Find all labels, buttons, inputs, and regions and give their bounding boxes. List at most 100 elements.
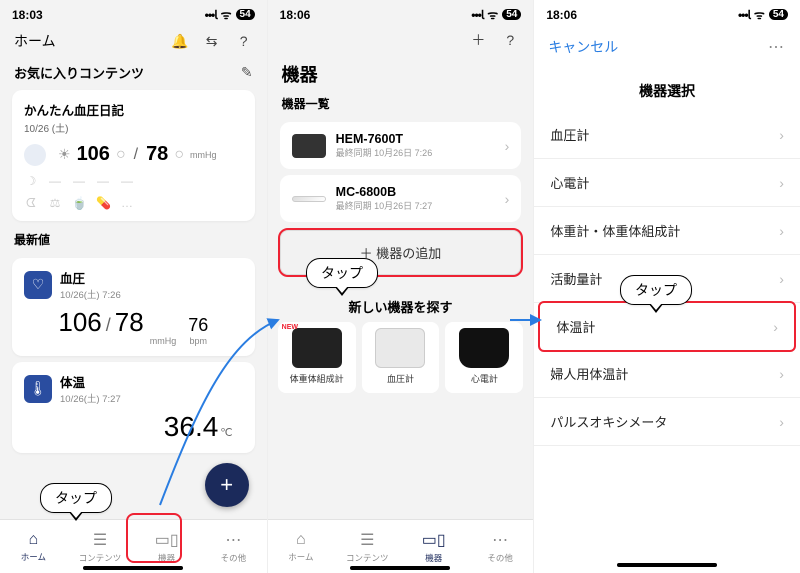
product-image-bp xyxy=(375,328,425,368)
home-indicator xyxy=(83,566,183,570)
temp-val: 36.4 xyxy=(164,411,219,443)
device-sync: 最終同期 10月26日 7:27 xyxy=(336,199,433,212)
fab-add-button[interactable]: + xyxy=(205,463,249,507)
device-list-title: 機器一覧 xyxy=(268,91,534,116)
devices-screen: 18:06 ᯤ 54 ＋ ? 機器 機器一覧 HEM-7600T 最終同期 10… xyxy=(267,0,534,573)
temp-unit: ℃ xyxy=(220,426,232,439)
select-row-pulseox[interactable]: パルスオキシメータ› xyxy=(534,398,800,446)
bp-sys: 106 xyxy=(58,307,101,338)
bp-unit: mmHg xyxy=(150,336,177,346)
help-icon[interactable]: ? xyxy=(501,31,519,49)
chevron-right-icon: › xyxy=(505,138,510,154)
devices-icon: ▭▯ xyxy=(155,530,179,550)
battery-icon: 54 xyxy=(236,9,255,20)
clock: 18:03 xyxy=(12,8,43,22)
diary-card[interactable]: かんたん血圧日記 10/26 (土) ☀ 106 ○ / 78 ○ mmHg ☽… xyxy=(12,90,255,221)
callout-tap-3: タップ xyxy=(620,275,692,305)
bp-dia: 78 xyxy=(115,307,144,338)
page-title: ホーム xyxy=(14,31,56,51)
more-icon: ⋯ xyxy=(225,530,241,550)
tab-other[interactable]: ⋯その他 xyxy=(467,520,533,573)
tab-home[interactable]: ⌂ホーム xyxy=(0,520,67,573)
explore-card-bp[interactable]: 血圧計 xyxy=(362,322,440,393)
edit-icon[interactable]: ✎ xyxy=(241,64,253,81)
device-row[interactable]: MC-6800B 最終同期 10月26日 7:27 › xyxy=(280,175,522,222)
devices-title: 機器 xyxy=(268,55,534,91)
chevron-right-icon: › xyxy=(505,191,510,207)
device-name: HEM-7600T xyxy=(336,132,433,146)
device-sync: 最終同期 10月26日 7:26 xyxy=(336,146,433,159)
home-screen: 18:03 ᯤ 54 ホーム 🔔 ⇆ ? お気に入りコンテンツ ✎ かんたん血圧… xyxy=(0,0,267,573)
diary-unit: mmHg xyxy=(190,150,217,160)
home-indicator xyxy=(350,566,450,570)
device-thumb-bp xyxy=(292,134,326,158)
diary-dia: 78 xyxy=(146,143,168,166)
device-thumb-thermo xyxy=(292,196,326,202)
home-icon: ⌂ xyxy=(296,531,306,549)
stack-icon: ☰ xyxy=(93,530,107,550)
more-icon: ⋯ xyxy=(492,530,508,550)
device-name: MC-6800B xyxy=(336,185,433,199)
select-row-ecg[interactable]: 心電計› xyxy=(534,159,800,207)
sync-icon[interactable]: ⇆ xyxy=(203,32,221,50)
tab-other[interactable]: ⋯その他 xyxy=(200,520,267,573)
diary-date: 10/26 (土) xyxy=(24,120,243,135)
home-indicator xyxy=(617,563,717,567)
wifi-icon: ᯤ xyxy=(487,6,498,23)
slash: / xyxy=(132,146,140,164)
explore-card-scale[interactable]: NEW 体重体組成計 xyxy=(278,322,356,393)
moon-icon: ☽ xyxy=(24,174,38,188)
weight-icon: ⚖ xyxy=(48,196,62,211)
tab-bar: ⌂ホーム ☰コンテンツ ▭▯機器 ⋯その他 xyxy=(0,519,267,573)
diary-sys: 106 xyxy=(77,143,110,166)
bp-card[interactable]: ♡ 血圧 10/26(土) 7:26 106 / 78 mmHg 76 bpm xyxy=(12,258,255,356)
bp-card-title: 血圧 xyxy=(60,268,121,287)
diary-mini-icons: ☽ ———— xyxy=(24,174,243,188)
status-bar: 18:06 ᯤ 54 xyxy=(268,0,534,25)
select-row-thermo[interactable]: 体温計› xyxy=(538,301,796,352)
wifi-icon: ᯤ xyxy=(221,6,232,23)
select-row-women-thermo[interactable]: 婦人用体温計› xyxy=(534,350,800,398)
avatar-placeholder xyxy=(24,144,46,166)
temp-card[interactable]: 🌡 体温 10/26(土) 7:27 36.4 ℃ xyxy=(12,362,255,453)
battery-icon: 54 xyxy=(769,9,788,20)
pulse-unit: bpm xyxy=(189,336,207,346)
bp-card-date: 10/26(土) 7:26 xyxy=(60,287,121,301)
more-icon[interactable]: ⋯ xyxy=(768,37,786,57)
callout-tap-2: タップ xyxy=(306,258,378,288)
chevron-right-icon: › xyxy=(773,319,778,335)
favorites-title: お気に入りコンテンツ xyxy=(14,63,144,82)
temp-card-date: 10/26(土) 7:27 xyxy=(60,391,121,405)
clock: 18:06 xyxy=(546,8,577,22)
wifi-icon: ᯤ xyxy=(754,6,765,23)
chevron-right-icon: › xyxy=(779,414,784,430)
chevron-right-icon: › xyxy=(779,271,784,287)
chevron-right-icon: › xyxy=(779,223,784,239)
help-icon[interactable]: ? xyxy=(235,32,253,50)
cup-icon: 🍵 xyxy=(72,196,86,211)
clock: 18:06 xyxy=(280,8,311,22)
new-badge: NEW xyxy=(282,324,298,331)
select-row-bp[interactable]: 血圧計› xyxy=(534,111,800,159)
diary-title: かんたん血圧日記 xyxy=(24,100,243,119)
plus-icon[interactable]: ＋ xyxy=(469,31,487,49)
sun-icon: ☀ xyxy=(58,146,71,163)
bell-icon[interactable]: 🔔 xyxy=(171,32,189,50)
select-row-scale[interactable]: 体重計・体重体組成計› xyxy=(534,207,800,255)
explore-card-ecg[interactable]: 心電計 xyxy=(445,322,523,393)
diary-bullet2: ○ xyxy=(174,146,184,164)
thermo-icon: 🌡 xyxy=(24,375,52,403)
product-image-ecg xyxy=(459,328,509,368)
stack-icon: ☰ xyxy=(360,530,374,550)
pill-icon: 💊 xyxy=(96,196,110,211)
chevron-right-icon: › xyxy=(779,366,784,382)
explore-title: 新しい機器を探す xyxy=(268,283,534,322)
bp-icon: ♡ xyxy=(24,271,52,299)
tab-home[interactable]: ⌂ホーム xyxy=(268,520,334,573)
diary-activity-icons: ᗧ ⚖ 🍵 💊 … xyxy=(24,196,243,211)
device-row[interactable]: HEM-7600T 最終同期 10月26日 7:26 › xyxy=(280,122,522,169)
temp-card-title: 体温 xyxy=(60,372,121,391)
pulse-val: 76 xyxy=(188,315,208,336)
cancel-button[interactable]: キャンセル xyxy=(548,37,618,57)
product-image-scale xyxy=(292,328,342,368)
